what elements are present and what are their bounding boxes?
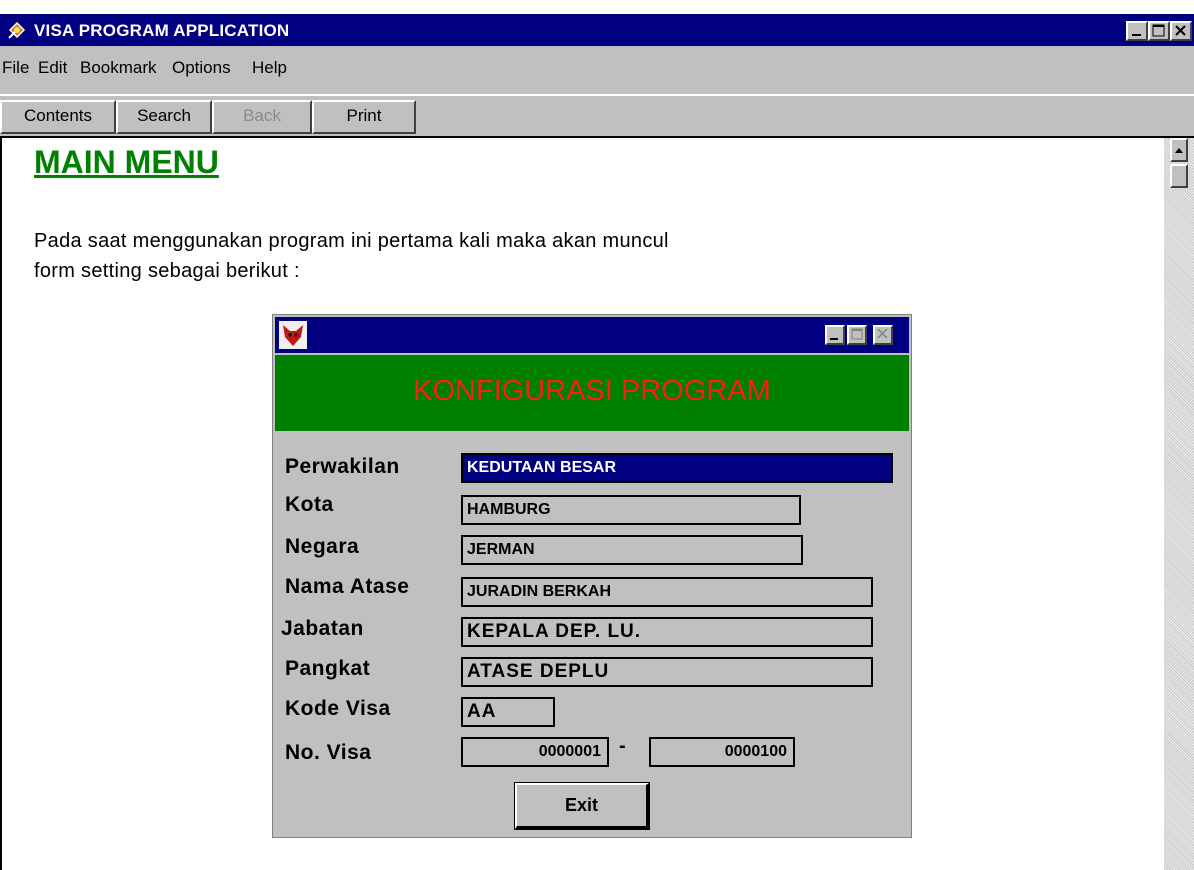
kota-field[interactable]: HAMBURG bbox=[461, 495, 801, 525]
page-title: MAIN MENU bbox=[34, 144, 219, 180]
maximize-icon bbox=[851, 328, 863, 340]
visa-from-field[interactable]: 0000001 bbox=[461, 737, 609, 767]
pangkat-field[interactable]: ATASE DEPLU bbox=[461, 657, 873, 687]
close-icon bbox=[877, 328, 888, 339]
menu-file[interactable]: File bbox=[2, 58, 29, 78]
vertical-scrollbar[interactable] bbox=[1164, 138, 1194, 870]
exit-button[interactable]: Exit bbox=[514, 782, 650, 830]
fox-icon bbox=[279, 321, 307, 349]
nama-atase-field[interactable]: JURADIN BERKAH bbox=[461, 577, 873, 607]
dialog-titlebar bbox=[275, 317, 909, 353]
maximize-button[interactable] bbox=[1148, 21, 1170, 41]
no-visa-label: No. Visa bbox=[285, 741, 372, 764]
kode-visa-label: Kode Visa bbox=[285, 697, 391, 720]
configuration-dialog-screenshot: KONFIGURASI PROGRAM Perwakilan Kota Nega… bbox=[272, 314, 912, 838]
kota-label: Kota bbox=[285, 493, 334, 516]
window-titlebar: VISA PROGRAM APPLICATION bbox=[0, 14, 1194, 46]
minimize-button[interactable] bbox=[1126, 21, 1148, 41]
toolbar: Contents Search Back Print bbox=[0, 94, 1194, 138]
jabatan-field[interactable]: KEPALA DEP. LU. bbox=[461, 617, 873, 647]
negara-label: Negara bbox=[285, 535, 360, 558]
menu-edit[interactable]: Edit bbox=[38, 58, 67, 78]
exit-button-label: Exit bbox=[564, 795, 598, 815]
negara-field[interactable]: JERMAN bbox=[461, 535, 803, 565]
minimize-icon bbox=[830, 338, 838, 340]
visa-to-field[interactable]: 0000100 bbox=[649, 737, 795, 767]
search-button[interactable]: Search bbox=[116, 100, 212, 134]
app-icon bbox=[8, 21, 26, 39]
visa-range-separator: - bbox=[619, 735, 626, 757]
close-icon bbox=[1175, 25, 1186, 36]
dialog-maximize-button[interactable] bbox=[847, 325, 867, 345]
scroll-up-button[interactable] bbox=[1170, 138, 1188, 162]
intro-text-line-2: form setting sebagai berikut : bbox=[34, 260, 300, 282]
menu-bookmark[interactable]: Bookmark bbox=[80, 58, 157, 78]
perwakilan-field[interactable]: KEDUTAAN BESAR bbox=[461, 453, 893, 483]
minimize-icon bbox=[1132, 34, 1141, 36]
contents-button[interactable]: Contents bbox=[0, 100, 116, 134]
back-button[interactable]: Back bbox=[212, 100, 312, 134]
dialog-banner: KONFIGURASI PROGRAM bbox=[275, 355, 909, 431]
arrow-up-icon bbox=[1175, 148, 1183, 153]
window-title: VISA PROGRAM APPLICATION bbox=[34, 21, 290, 40]
nama-atase-label: Nama Atase bbox=[285, 575, 410, 598]
dialog-banner-title: KONFIGURASI PROGRAM bbox=[413, 375, 771, 407]
maximize-icon bbox=[1152, 24, 1165, 37]
print-button[interactable]: Print bbox=[312, 100, 416, 134]
dialog-close-button[interactable] bbox=[873, 325, 893, 345]
dialog-minimize-button[interactable] bbox=[825, 325, 845, 345]
intro-text-line-1: Pada saat menggunakan program ini pertam… bbox=[34, 230, 669, 252]
scroll-thumb[interactable] bbox=[1170, 164, 1188, 188]
perwakilan-label: Perwakilan bbox=[285, 455, 400, 478]
menu-options[interactable]: Options bbox=[172, 58, 231, 78]
close-button[interactable] bbox=[1170, 21, 1192, 41]
menu-help[interactable]: Help bbox=[252, 58, 287, 78]
pangkat-label: Pangkat bbox=[285, 657, 371, 680]
menu-bar: File Edit Bookmark Options Help bbox=[0, 46, 1194, 95]
kode-visa-field[interactable]: AA bbox=[461, 697, 555, 727]
jabatan-label: Jabatan bbox=[281, 617, 364, 640]
